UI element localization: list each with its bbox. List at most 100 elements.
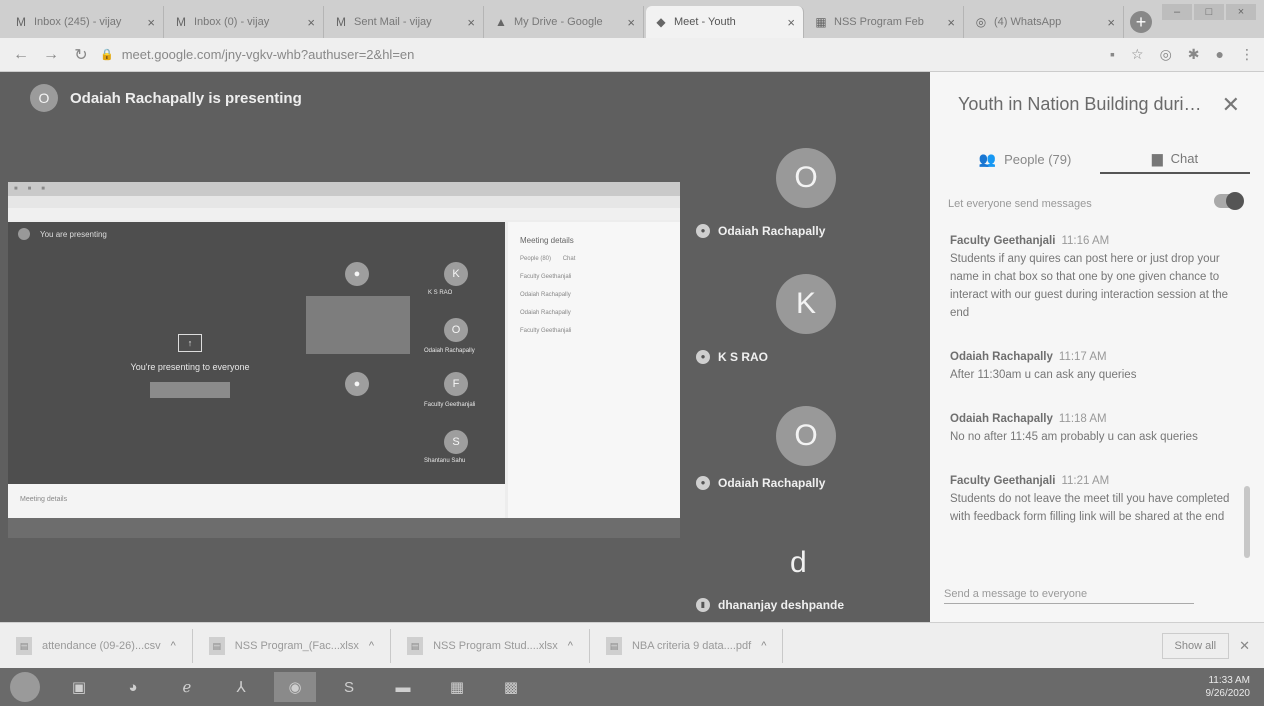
shared-chat-message: Odaiah Rachapally	[520, 310, 571, 316]
message-author: Odaiah Rachapally	[950, 351, 1053, 363]
shared-chat-message: Odaiah Rachapally	[520, 292, 571, 298]
shared-tile-name: K S RAO	[428, 290, 453, 296]
browser-tab[interactable]: ◎ (4) WhatsApp ×	[966, 6, 1124, 38]
close-downloads-icon[interactable]: ✕	[1239, 638, 1250, 654]
back-icon[interactable]: ←	[10, 46, 32, 64]
download-item[interactable]: ▤ attendance (09-26)...csv ^	[0, 629, 193, 663]
shared-chat-message: Faculty Geethanjali	[520, 328, 572, 334]
message-author: Faculty Geethanjali	[950, 475, 1056, 487]
tab-label: Sent Mail - vijay	[354, 16, 432, 28]
excel-icon[interactable]: ▩	[490, 672, 532, 702]
download-item[interactable]: ▤ NSS Program_(Fac...xlsx ^	[193, 629, 392, 663]
browser-tab[interactable]: M Sent Mail - vijay ×	[326, 6, 484, 38]
url-field[interactable]: 🔒 meet.google.com/jny-vgkv-whb?authuser=…	[100, 47, 1110, 62]
taskbar-app-icon[interactable]: ◕	[112, 672, 154, 702]
tab-label: Inbox (245) - vijay	[34, 16, 122, 28]
panel-tabs: 👥 People (79) ▆ Chat	[950, 144, 1250, 174]
camera-icon[interactable]: ▪	[1110, 46, 1115, 63]
close-icon[interactable]: ×	[1107, 15, 1115, 30]
send-messages-toggle[interactable]	[1214, 192, 1244, 210]
tab-label: NSS Program Feb	[834, 16, 924, 28]
avatar: K	[444, 262, 468, 286]
shared-chat-panel: Meeting details People (80) Chat Faculty…	[508, 222, 680, 522]
taskbar-app-icon[interactable]: ▣	[58, 672, 100, 702]
new-tab-button[interactable]: +	[1130, 11, 1152, 33]
shared-address-bar	[8, 196, 680, 208]
download-item[interactable]: ▤ NBA criteria 9 data....pdf ^	[590, 629, 784, 663]
close-icon[interactable]: ×	[947, 15, 955, 30]
participant-name: ● K S RAO	[696, 350, 768, 364]
forward-icon[interactable]: →	[40, 46, 62, 64]
browser-tab[interactable]: M Inbox (0) - vijay ×	[166, 6, 324, 38]
menu-icon[interactable]: ⋮	[1240, 46, 1254, 63]
maximize-button[interactable]: □	[1194, 4, 1224, 20]
tab-people[interactable]: 👥 People (79)	[950, 144, 1100, 174]
chevron-up-icon[interactable]: ^	[568, 640, 573, 652]
close-icon[interactable]: ×	[307, 15, 315, 30]
chrome-icon[interactable]: ◉	[274, 672, 316, 702]
extension-icon[interactable]: ◎	[1160, 46, 1172, 63]
xlsx-file-icon: ▤	[407, 637, 424, 655]
chat-message: Faculty Geethanjali 11:16 AM Students if …	[950, 232, 1240, 322]
browser-tab[interactable]: M Inbox (245) - vijay ×	[6, 6, 164, 38]
system-clock[interactable]: 11:33 AM 9/26/2020	[1206, 674, 1251, 700]
shared-tab-strip: ■ ■ ■	[8, 182, 680, 196]
presenting-notice: ↑ You're presenting to everyone	[100, 334, 280, 398]
chat-scrollbar[interactable]	[1244, 486, 1250, 558]
tab-label: My Drive - Google	[514, 16, 603, 28]
window-controls: – □ ×	[1162, 4, 1256, 20]
tab-chat[interactable]: ▆ Chat	[1100, 144, 1250, 174]
shared-screen: ■ ■ ■ You are presenting ↑ You're presenti…	[8, 182, 680, 538]
shared-tile-name: Faculty Geethanjali	[424, 402, 476, 408]
tab-label: Inbox (0) - vijay	[194, 16, 270, 28]
folder-icon[interactable]: ▬	[382, 672, 424, 702]
reload-icon[interactable]: ↻	[70, 45, 92, 65]
message-list: Faculty Geethanjali 11:16 AM Students if …	[950, 232, 1240, 562]
chevron-up-icon[interactable]: ^	[369, 640, 374, 652]
close-icon[interactable]: ×	[627, 15, 635, 30]
close-icon[interactable]: ×	[147, 15, 155, 30]
stop-presenting-button	[150, 382, 230, 398]
xlsx-file-icon: ▤	[208, 637, 225, 655]
shared-tab-dot: ■	[27, 186, 32, 192]
chevron-up-icon[interactable]: ^	[171, 640, 176, 652]
download-label: NSS Program Stud....xlsx	[433, 640, 558, 652]
taskbar-app-icon[interactable]: ▦	[436, 672, 478, 702]
start-button[interactable]	[10, 672, 40, 702]
chat-panel: Youth in Nation Building during C... ✕ 👥…	[930, 72, 1264, 622]
minimize-button[interactable]: –	[1162, 4, 1192, 20]
shared-tab-dot: ■	[14, 186, 18, 192]
close-panel-button[interactable]: ✕	[1222, 92, 1240, 118]
participant-tile[interactable]: O ● Odaiah Rachapally	[690, 402, 920, 518]
taskbar-app-icon[interactable]: ℯ	[166, 672, 208, 702]
shared-tile-name: Shantanu Sahu	[424, 458, 466, 464]
puzzle-icon[interactable]: ✱	[1188, 46, 1200, 63]
profile-icon[interactable]: ●	[1216, 46, 1224, 63]
close-icon[interactable]: ×	[787, 15, 795, 30]
participant-label: Odaiah Rachapally	[718, 476, 826, 490]
browser-tab[interactable]: ▦ NSS Program Feb ×	[806, 6, 964, 38]
message-text: Students do not leave the meet till you …	[950, 493, 1230, 523]
close-window-button[interactable]: ×	[1226, 4, 1256, 20]
avatar: O	[776, 406, 836, 466]
show-all-button[interactable]: Show all	[1161, 633, 1230, 659]
clock-date: 9/26/2020	[1205, 688, 1251, 699]
avatar: O	[444, 318, 468, 342]
participant-tile[interactable]: O ● Odaiah Rachapally	[690, 144, 920, 260]
star-icon[interactable]: ☆	[1131, 46, 1144, 63]
toggle-label: Let everyone send messages	[948, 198, 1092, 210]
browser-extensions: ▪ ☆ ◎ ✱ ● ⋮	[1110, 46, 1254, 63]
skype-icon[interactable]: S	[328, 672, 370, 702]
avatar: ●	[345, 262, 369, 286]
taskbar-app-icon[interactable]: ⅄	[220, 672, 262, 702]
message-time: 11:21 AM	[1061, 475, 1110, 487]
download-item[interactable]: ▤ NSS Program Stud....xlsx ^	[391, 629, 590, 663]
browser-tab[interactable]: ▲ My Drive - Google ×	[486, 6, 644, 38]
browser-tab-active[interactable]: ◆ Meet - Youth ×	[646, 6, 804, 38]
shared-video-tile	[306, 296, 410, 354]
message-input[interactable]: Send a message to everyone	[944, 588, 1194, 604]
chevron-up-icon[interactable]: ^	[761, 640, 766, 652]
gmail-icon: M	[16, 15, 26, 29]
close-icon[interactable]: ×	[467, 15, 475, 30]
participant-tile[interactable]: K ● K S RAO	[690, 270, 920, 386]
